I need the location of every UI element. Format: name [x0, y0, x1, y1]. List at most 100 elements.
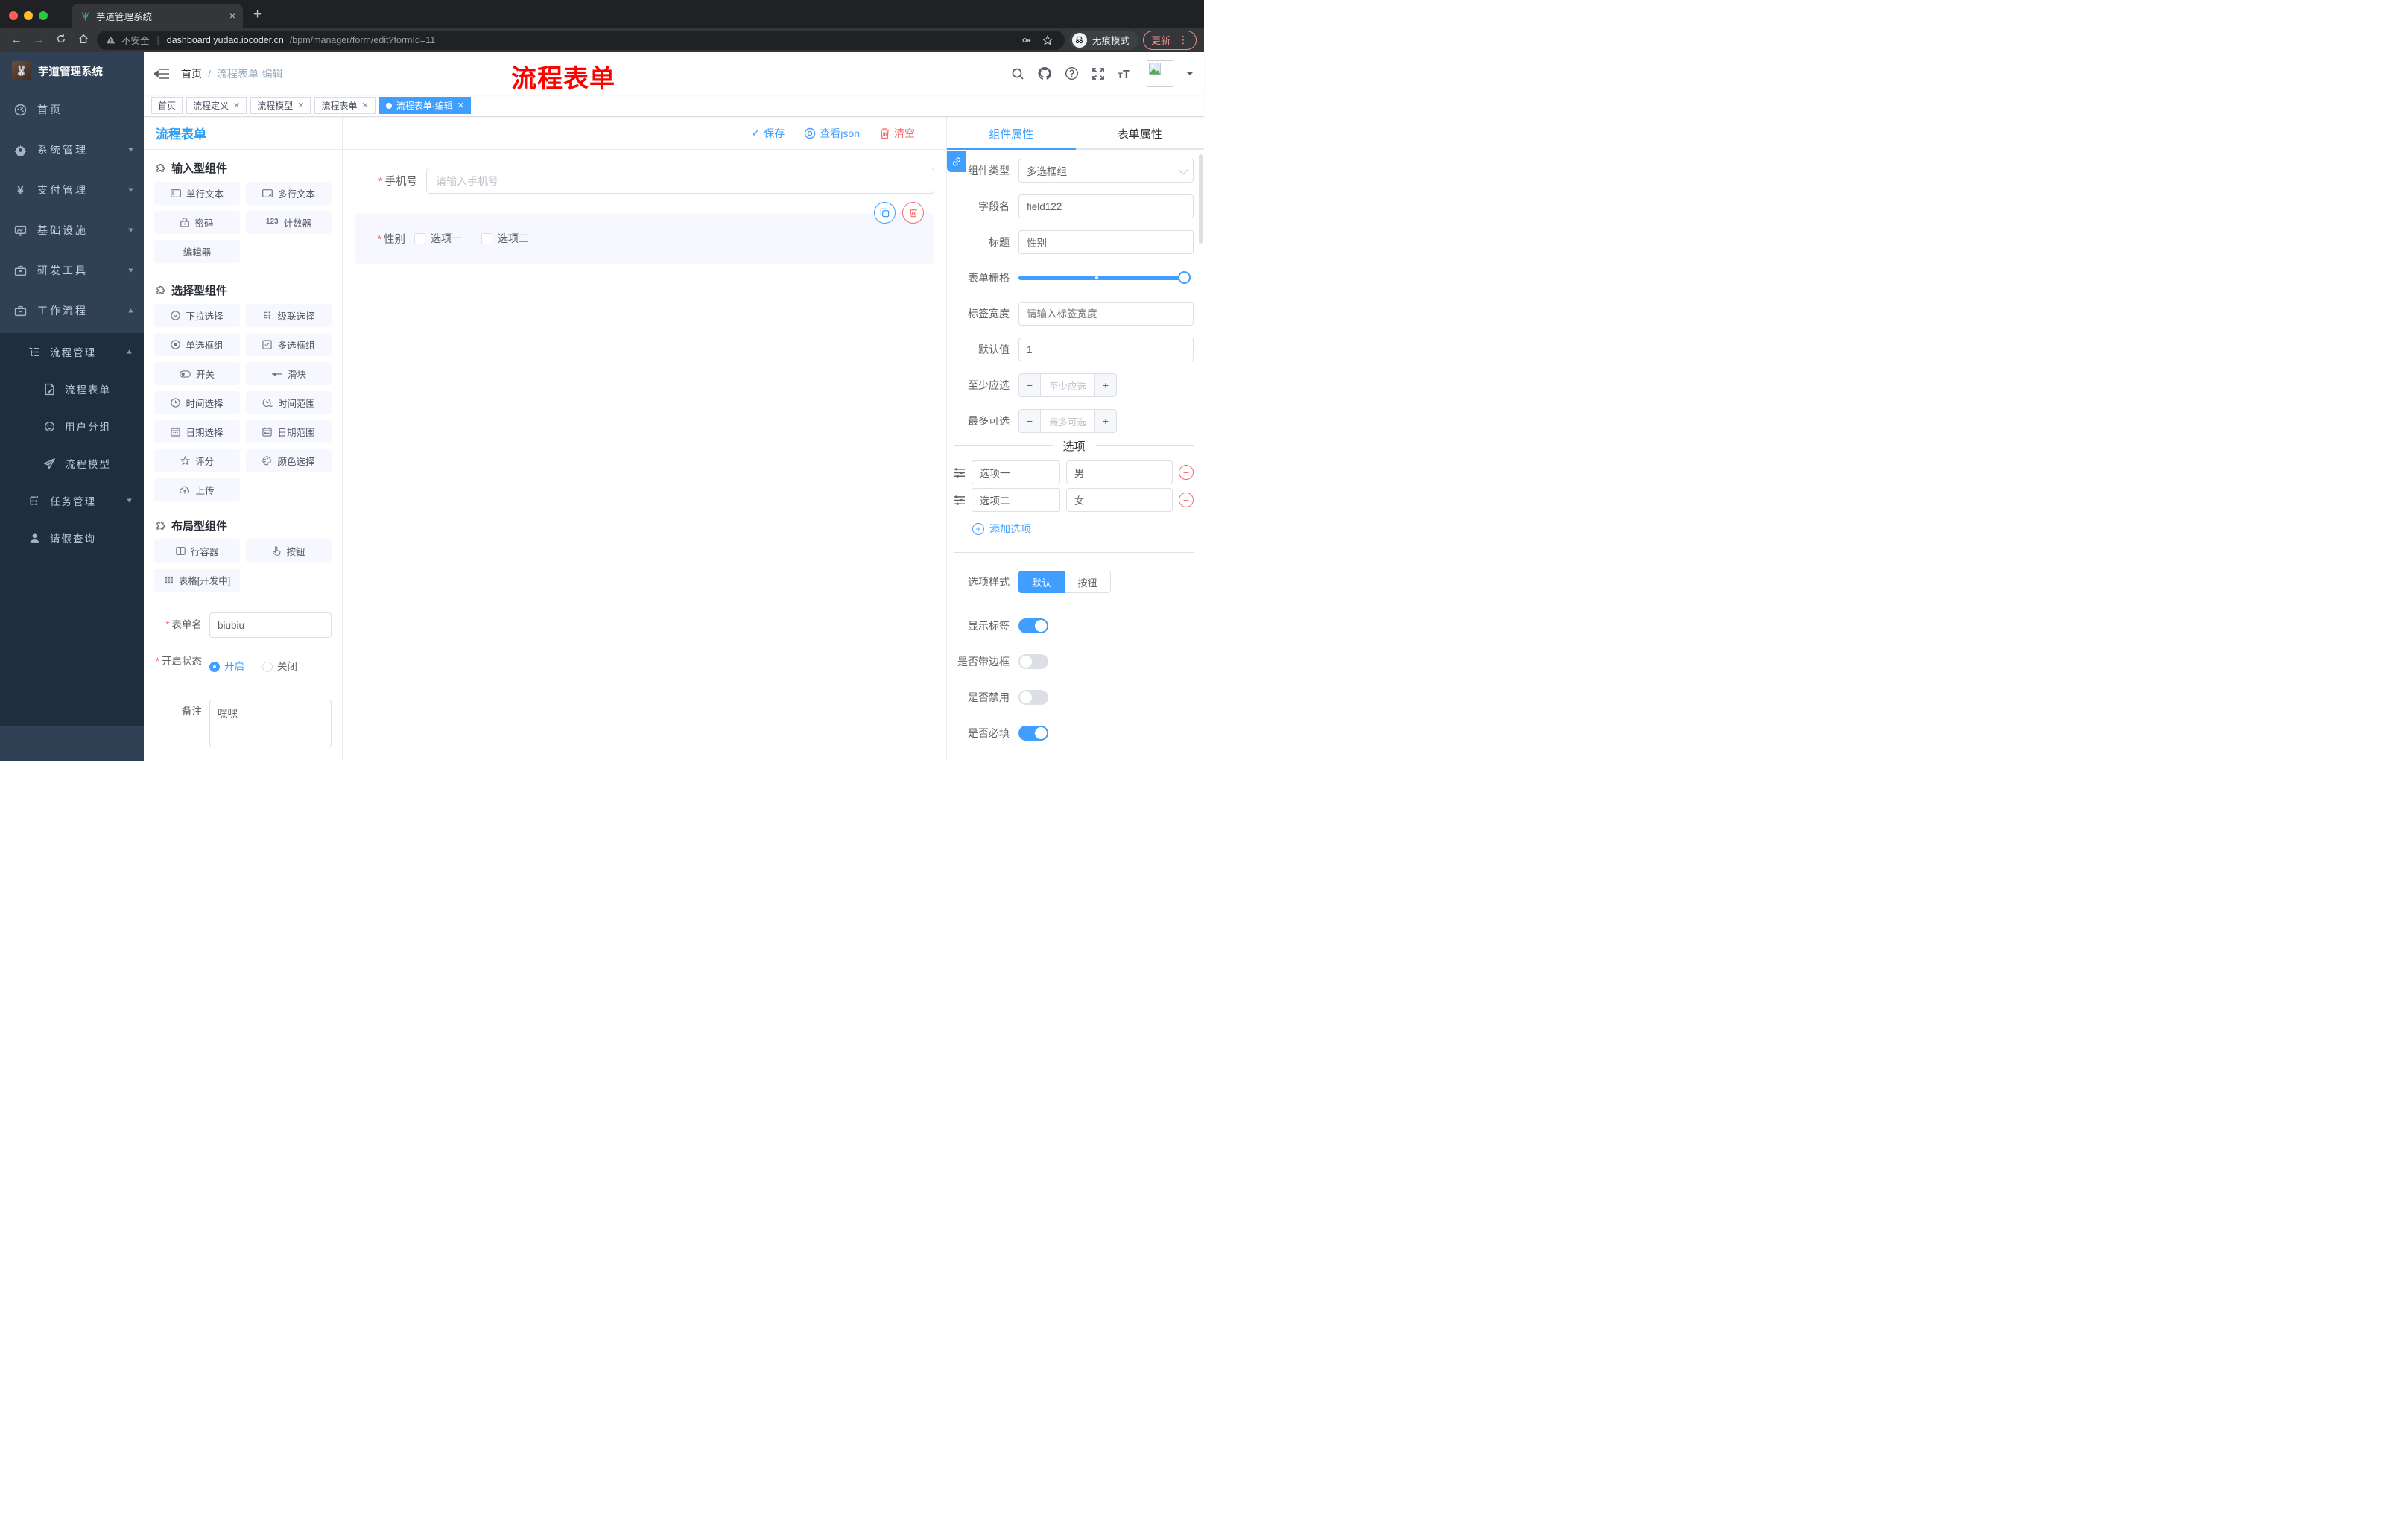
palette-item-password[interactable]: 密码: [154, 211, 240, 234]
font-size-icon[interactable]: TT: [1118, 68, 1134, 80]
sidebar-item-workflow[interactable]: 工作流程 ▲: [0, 291, 144, 331]
gender-option2-checkbox[interactable]: 选项二: [481, 231, 529, 246]
palette-item-rate[interactable]: 评分: [154, 449, 240, 472]
option-label-input[interactable]: [972, 460, 1060, 484]
reload-icon[interactable]: [52, 34, 70, 47]
option-label-input[interactable]: [972, 488, 1060, 512]
home-icon[interactable]: [75, 34, 92, 47]
clear-button[interactable]: 清空: [879, 126, 915, 141]
fullscreen-icon[interactable]: [1091, 67, 1105, 80]
new-tab-button[interactable]: +: [253, 7, 262, 23]
palette-item-radio-group[interactable]: 单选框组: [154, 333, 240, 356]
tag-home[interactable]: 首页: [151, 97, 183, 114]
status-off-radio[interactable]: 关闭: [262, 654, 297, 680]
tag-process-model[interactable]: 流程模型 ✕: [250, 97, 311, 114]
close-window-button[interactable]: [9, 11, 18, 20]
back-icon[interactable]: ←: [7, 34, 25, 46]
app-logo-row[interactable]: 🐰 芋道管理系统: [0, 52, 144, 89]
maximize-window-button[interactable]: [39, 11, 48, 20]
canvas-field-phone[interactable]: 手机号: [355, 168, 934, 194]
sidebar-item-process-model[interactable]: 流程模型: [0, 445, 144, 482]
phone-input[interactable]: [426, 168, 934, 194]
palette-item-table[interactable]: 表格[开发中]: [154, 569, 240, 592]
tag-process-definition[interactable]: 流程定义 ✕: [186, 97, 247, 114]
max-select-stepper[interactable]: − 最多可选 +: [1018, 409, 1117, 433]
style-default-button[interactable]: 默认: [1018, 571, 1065, 593]
delete-component-button[interactable]: [902, 202, 924, 224]
help-icon[interactable]: [1065, 66, 1079, 80]
view-json-button[interactable]: 查看json: [804, 126, 860, 141]
remove-option-button[interactable]: −: [1179, 465, 1194, 480]
sidebar-item-user-group[interactable]: 用户分组: [0, 408, 144, 445]
minus-button[interactable]: −: [1019, 374, 1041, 396]
sidebar-item-home[interactable]: 首页: [0, 89, 144, 130]
drag-handle-icon[interactable]: [953, 467, 966, 478]
default-value-input[interactable]: [1018, 338, 1194, 361]
tag-close-icon[interactable]: ✕: [297, 101, 304, 110]
palette-item-color-picker[interactable]: 颜色选择: [246, 449, 332, 472]
password-key-icon[interactable]: [1021, 35, 1032, 45]
tab-close-icon[interactable]: ×: [229, 10, 235, 22]
label-width-input[interactable]: [1018, 302, 1194, 326]
tab-component-props[interactable]: 组件属性: [947, 117, 1076, 150]
browser-tab[interactable]: 芋道管理系统 ×: [72, 4, 243, 28]
sidebar-item-leave-query[interactable]: 请假查询: [0, 519, 144, 557]
form-grid-slider[interactable]: [1018, 271, 1191, 284]
canvas-field-gender-selected[interactable]: 性别 选项一 选项二: [355, 202, 934, 264]
bookmark-star-icon[interactable]: [1042, 34, 1053, 45]
palette-item-upload[interactable]: 上传: [154, 478, 240, 501]
style-button-button[interactable]: 按钮: [1065, 571, 1111, 593]
plus-button[interactable]: +: [1094, 410, 1116, 432]
palette-item-editor[interactable]: 编辑器: [154, 240, 240, 263]
minus-button[interactable]: −: [1019, 410, 1041, 432]
palette-item-date-range[interactable]: 日期范围: [246, 420, 332, 443]
field-link-tab[interactable]: [947, 151, 966, 172]
form-name-input[interactable]: [209, 612, 332, 638]
palette-item-select[interactable]: 下拉选择: [154, 304, 240, 327]
gender-option1-checkbox[interactable]: 选项一: [414, 231, 462, 246]
border-toggle[interactable]: [1018, 654, 1048, 669]
save-button[interactable]: ✓ 保存: [752, 126, 785, 141]
palette-item-button[interactable]: 按钮: [246, 539, 332, 563]
palette-item-row-container[interactable]: 行容器: [154, 539, 240, 563]
remove-option-button[interactable]: −: [1179, 493, 1194, 507]
tag-process-form[interactable]: 流程表单 ✕: [314, 97, 376, 114]
title-input[interactable]: [1018, 230, 1194, 254]
minimize-window-button[interactable]: [24, 11, 33, 20]
tag-close-icon[interactable]: ✕: [233, 101, 240, 110]
palette-item-multi-text[interactable]: 多行文本: [246, 182, 332, 205]
github-icon[interactable]: [1037, 66, 1052, 81]
palette-item-slider[interactable]: 滑块: [246, 362, 332, 385]
palette-item-switch[interactable]: 开关: [154, 362, 240, 385]
tag-close-icon[interactable]: ✕: [362, 101, 369, 110]
plus-button[interactable]: +: [1094, 374, 1116, 396]
option-value-input[interactable]: [1065, 460, 1173, 484]
copy-component-button[interactable]: [874, 202, 896, 224]
palette-item-date-picker[interactable]: 日期选择: [154, 420, 240, 443]
breadcrumb-home[interactable]: 首页: [181, 66, 202, 81]
sidebar-item-infra[interactable]: 基础设施 ▼: [0, 210, 144, 250]
tag-process-form-edit[interactable]: 流程表单-编辑 ✕: [378, 97, 471, 114]
sidebar-item-process-manage[interactable]: 流程管理 ▲: [0, 333, 144, 370]
browser-menu-icon[interactable]: ⋮: [1178, 34, 1188, 46]
tag-close-icon[interactable]: ✕: [457, 101, 464, 110]
disabled-toggle[interactable]: [1018, 690, 1048, 705]
forward-icon[interactable]: →: [30, 34, 48, 46]
option-value-input[interactable]: [1065, 488, 1173, 512]
tab-form-props[interactable]: 表单属性: [1076, 117, 1205, 150]
component-type-select[interactable]: 多选框组: [1018, 159, 1194, 183]
palette-item-checkbox-group[interactable]: 多选框组: [246, 333, 332, 356]
min-select-stepper[interactable]: − 至少应选 +: [1018, 373, 1117, 397]
palette-item-cascader[interactable]: 级联选择: [246, 304, 332, 327]
browser-update-button[interactable]: 更新 ⋮: [1142, 30, 1197, 50]
avatar[interactable]: [1147, 60, 1173, 87]
show-label-toggle[interactable]: [1018, 618, 1048, 633]
sidebar-item-devtools[interactable]: 研发工具 ▼: [0, 250, 144, 291]
field-name-input[interactable]: [1018, 194, 1194, 218]
window-controls[interactable]: [0, 11, 58, 28]
slider-handle[interactable]: [1178, 271, 1191, 284]
hamburger-fold-icon[interactable]: [154, 68, 169, 80]
sidebar-item-payment[interactable]: ¥ 支付管理 ▼: [0, 170, 144, 210]
form-remark-textarea[interactable]: 嘿嘿: [209, 700, 332, 747]
avatar-caret-icon[interactable]: [1186, 72, 1194, 79]
